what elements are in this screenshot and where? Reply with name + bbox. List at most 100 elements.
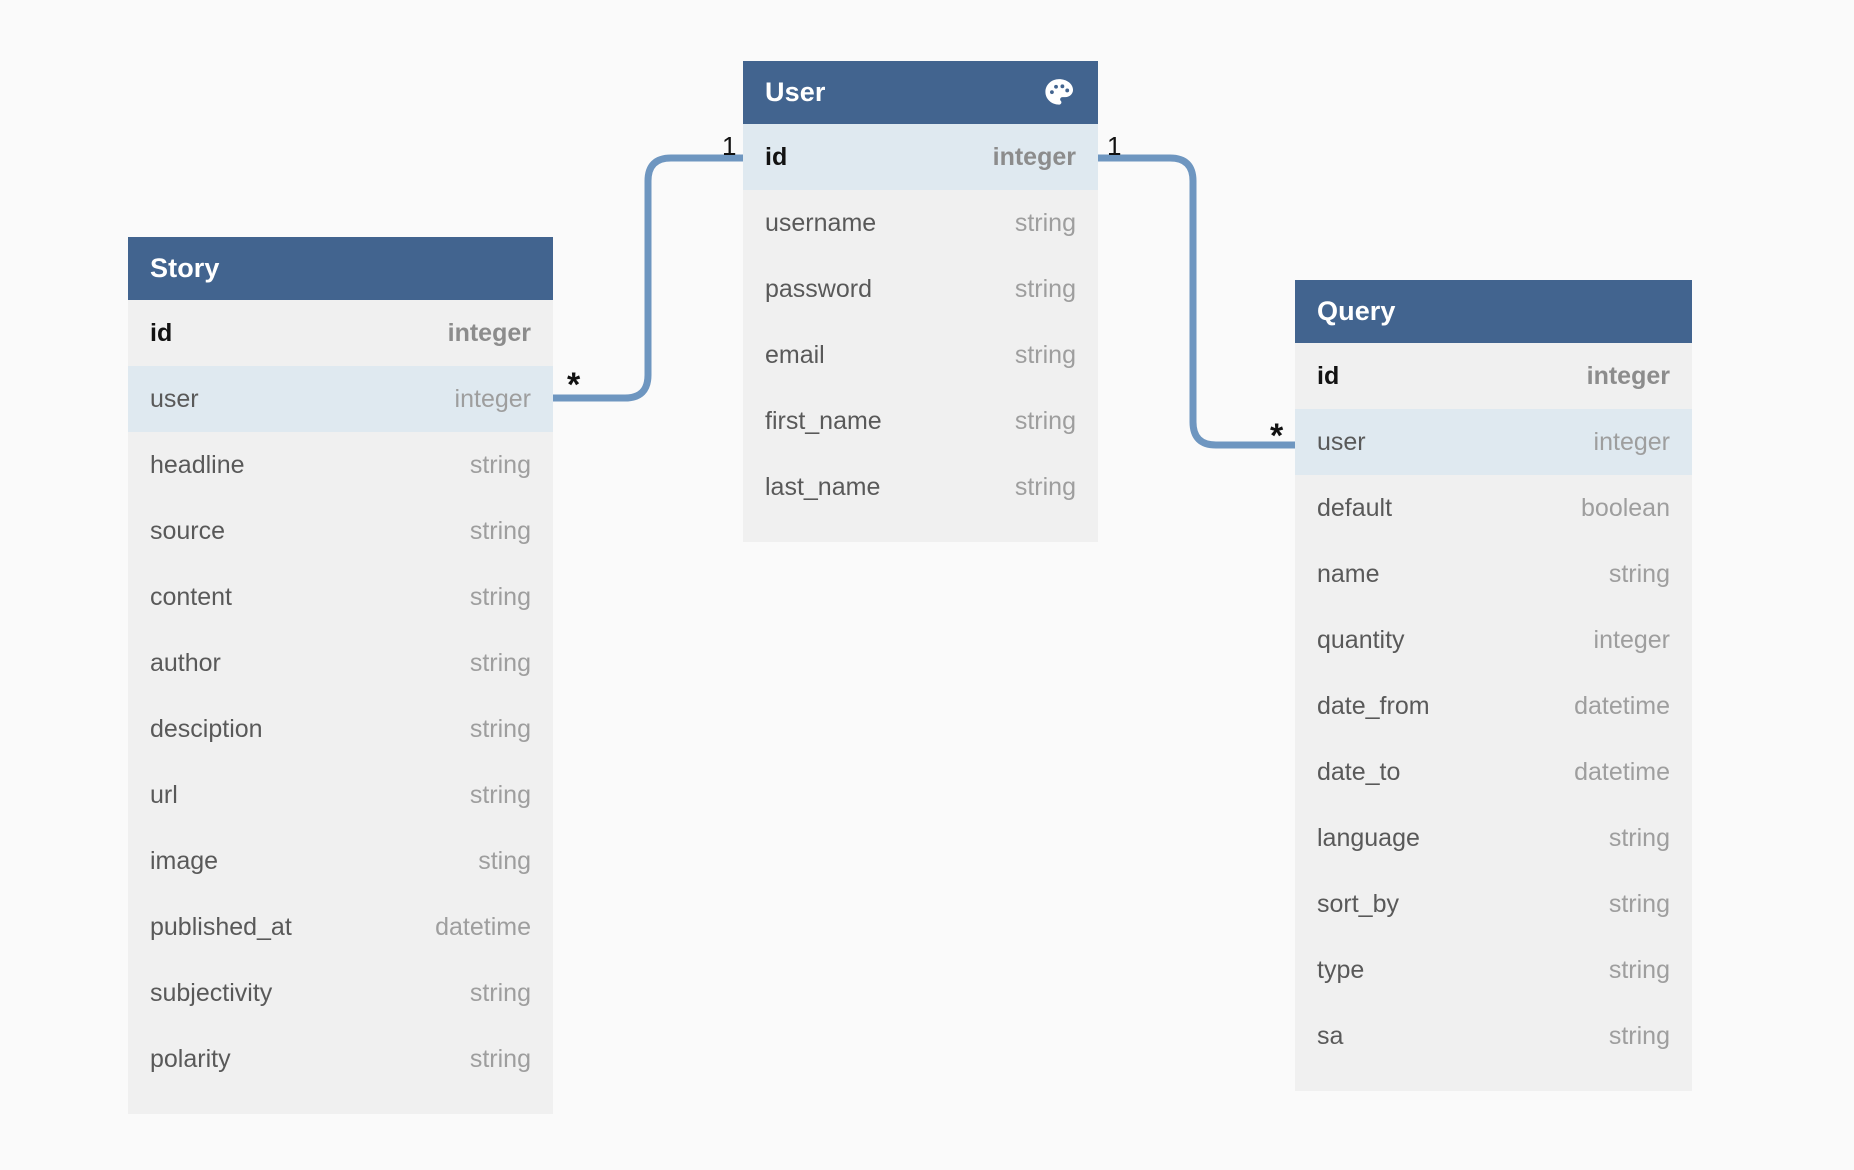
entity-title: Story — [150, 253, 220, 283]
field-row[interactable]: id integer — [743, 124, 1098, 190]
field-type: string — [1014, 406, 1076, 435]
field-row[interactable]: quantity integer — [1295, 607, 1692, 673]
field-name: url — [150, 780, 178, 809]
field-name: desciption — [150, 714, 263, 743]
field-row[interactable]: polarity string — [128, 1026, 553, 1092]
entity-table-user[interactable]: User id integer username string password strin… — [743, 61, 1098, 542]
field-name: last_name — [765, 472, 881, 501]
field-row[interactable]: author string — [128, 630, 553, 696]
field-name: id — [150, 318, 173, 347]
field-name: name — [1317, 559, 1380, 588]
field-row[interactable]: password string — [743, 256, 1098, 322]
entity-title: Query — [1317, 296, 1396, 326]
field-type: integer — [1593, 427, 1670, 456]
field-row[interactable]: email string — [743, 322, 1098, 388]
field-name: password — [765, 274, 872, 303]
field-name: date_to — [1317, 757, 1401, 786]
field-row[interactable]: headline string — [128, 432, 553, 498]
field-type: string — [469, 780, 531, 809]
field-name: subjectivity — [150, 978, 273, 1007]
field-name: image — [150, 846, 219, 875]
field-name: author — [150, 648, 221, 677]
field-row[interactable]: last_name string — [743, 454, 1098, 520]
field-type: string — [1014, 340, 1076, 369]
field-row[interactable]: sa string — [1295, 1003, 1692, 1069]
entity-footer-pad — [1295, 1069, 1692, 1091]
field-name: sort_by — [1317, 889, 1399, 918]
field-type: integer — [992, 142, 1076, 171]
field-name: published_at — [150, 912, 292, 941]
field-name: default — [1317, 493, 1393, 522]
entity-footer-pad — [128, 1092, 553, 1114]
field-row[interactable]: user integer — [128, 366, 553, 432]
cardinality-label-story-user-to: 1 — [722, 131, 737, 161]
field-type: string — [1608, 1021, 1670, 1050]
field-row[interactable]: id integer — [128, 300, 553, 366]
field-row[interactable]: date_to datetime — [1295, 739, 1692, 805]
field-name: username — [765, 208, 877, 237]
field-row[interactable]: desciption string — [128, 696, 553, 762]
field-row[interactable]: username string — [743, 190, 1098, 256]
field-type: datetime — [435, 912, 531, 941]
field-type: integer — [1593, 625, 1670, 654]
field-type: datetime — [1574, 691, 1670, 720]
field-name: type — [1317, 955, 1365, 984]
field-type: string — [469, 450, 531, 479]
field-row[interactable]: url string — [128, 762, 553, 828]
field-name: email — [765, 340, 825, 369]
field-row[interactable]: language string — [1295, 805, 1692, 871]
field-name: sa — [1317, 1021, 1344, 1050]
field-row[interactable]: type string — [1295, 937, 1692, 1003]
field-type: string — [1014, 274, 1076, 303]
field-type: string — [469, 516, 531, 545]
field-name: date_from — [1317, 691, 1430, 720]
entity-header-user[interactable]: User — [743, 61, 1098, 124]
entity-table-query[interactable]: Query id integer user integer default boolean n… — [1295, 280, 1692, 1091]
field-type: integer — [447, 318, 531, 347]
field-type: integer — [454, 384, 531, 413]
field-type: string — [469, 1044, 531, 1073]
field-type: datetime — [1574, 757, 1670, 786]
field-name: user — [150, 384, 199, 413]
field-type: string — [469, 978, 531, 1007]
entity-header-story[interactable]: Story — [128, 237, 553, 300]
field-type: string — [469, 582, 531, 611]
field-type: string — [1608, 889, 1670, 918]
field-row[interactable]: user integer — [1295, 409, 1692, 475]
field-type: integer — [1586, 361, 1670, 390]
field-name: polarity — [150, 1044, 231, 1073]
field-name: first_name — [765, 406, 882, 435]
field-type: string — [1014, 472, 1076, 501]
field-type: string — [469, 714, 531, 743]
field-type: string — [1014, 208, 1076, 237]
field-row[interactable]: source string — [128, 498, 553, 564]
field-type: sting — [478, 846, 531, 875]
entity-title: User — [765, 77, 826, 107]
field-type: string — [1608, 559, 1670, 588]
field-row[interactable]: published_at datetime — [128, 894, 553, 960]
field-row[interactable]: content string — [128, 564, 553, 630]
field-row[interactable]: date_from datetime — [1295, 673, 1692, 739]
field-row[interactable]: sort_by string — [1295, 871, 1692, 937]
palette-icon[interactable] — [1042, 76, 1076, 110]
field-row[interactable]: subjectivity string — [128, 960, 553, 1026]
field-row[interactable]: id integer — [1295, 343, 1692, 409]
cardinality-label-query-user-from: * — [1270, 417, 1284, 455]
field-row[interactable]: name string — [1295, 541, 1692, 607]
field-type: string — [469, 648, 531, 677]
relationship-edge-query-user[interactable] — [1098, 154, 1295, 449]
relationship-edge-story-user[interactable] — [553, 154, 743, 402]
field-row[interactable]: first_name string — [743, 388, 1098, 454]
cardinality-label-query-user-to: 1 — [1107, 131, 1122, 161]
entity-table-story[interactable]: Story id integer user integer headline string s… — [128, 237, 553, 1114]
field-name: language — [1317, 823, 1420, 852]
entity-footer-pad — [743, 520, 1098, 542]
cardinality-label-story-user-from: * — [567, 366, 581, 404]
entity-header-query[interactable]: Query — [1295, 280, 1692, 343]
field-row[interactable]: default boolean — [1295, 475, 1692, 541]
field-name: source — [150, 516, 226, 545]
field-name: headline — [150, 450, 245, 479]
field-type: string — [1608, 823, 1670, 852]
field-row[interactable]: image sting — [128, 828, 553, 894]
field-type: boolean — [1581, 493, 1670, 522]
